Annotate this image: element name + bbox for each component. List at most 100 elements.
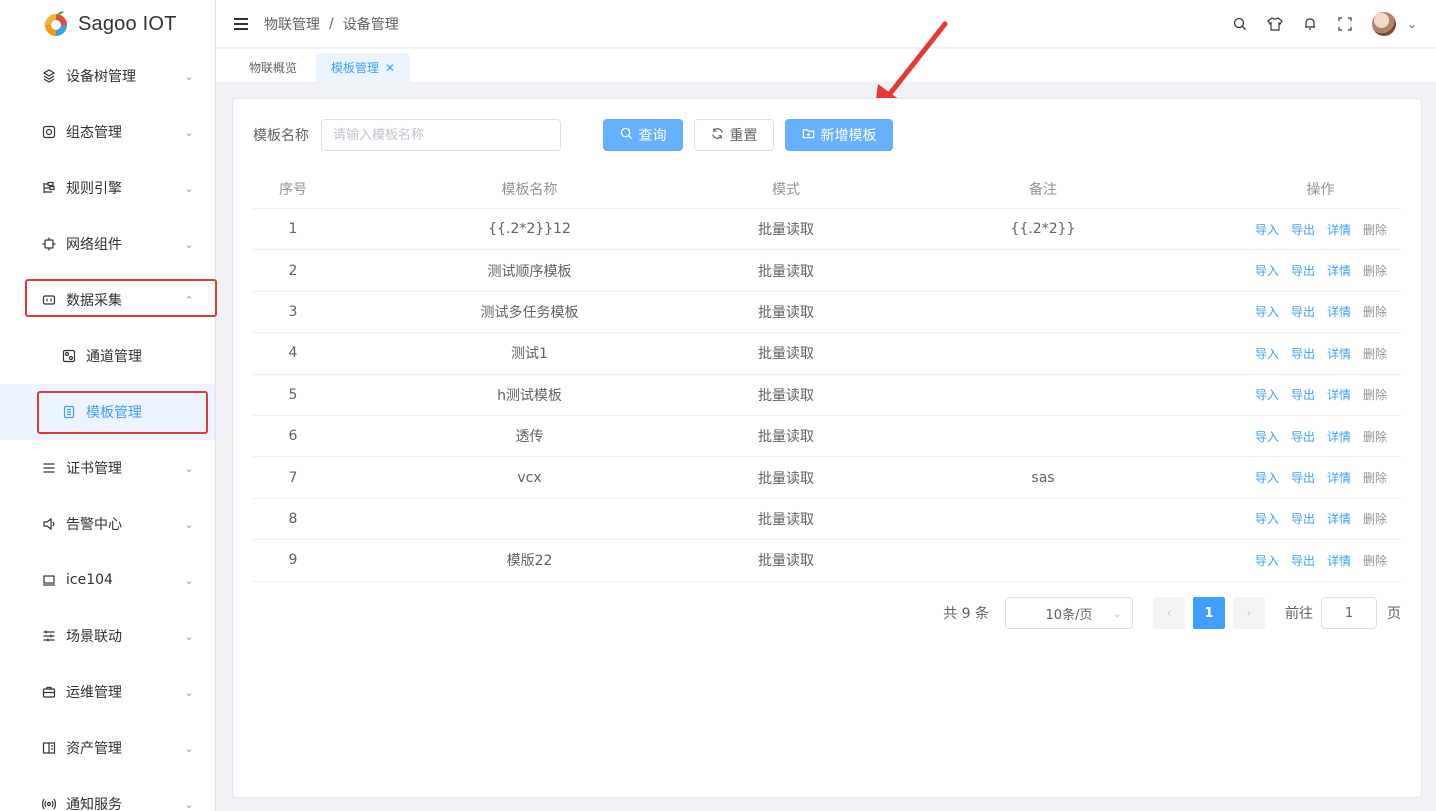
export-link[interactable]: 导出 [1291, 262, 1315, 279]
sidebar-item-data-collect[interactable]: 数据采集 ⌃ [0, 272, 215, 328]
detail-link[interactable]: 详情 [1327, 552, 1351, 569]
breadcrumb-item[interactable]: 物联管理 [264, 14, 320, 34]
export-link[interactable]: 导出 [1291, 552, 1315, 569]
export-link[interactable]: 导出 [1291, 345, 1315, 362]
sidebar-item-ops[interactable]: 运维管理 ⌄ [0, 664, 215, 720]
sidebar-item-label: 证书管理 [66, 461, 122, 477]
add-template-button[interactable]: 新增模板 [785, 119, 893, 151]
cell-mode: 批量读取 [758, 553, 814, 570]
sidebar-item-template[interactable]: 模板管理 [0, 384, 215, 440]
table-body: 1 {{.2*2}}12 批量读取 {{.2*2}} 导入 导出 详情 删除 2 测试顺序模板 批量… [253, 209, 1401, 582]
theme-shirt-icon[interactable] [1267, 16, 1283, 32]
sidebar-item-alarm[interactable]: 告警中心 ⌄ [0, 496, 215, 552]
refresh-icon [711, 127, 724, 144]
delete-link[interactable]: 删除 [1363, 469, 1387, 486]
sidebar-item-channel[interactable]: 通道管理 [0, 328, 215, 384]
export-link[interactable]: 导出 [1291, 386, 1315, 403]
row-actions: 导入 导出 详情 删除 [1240, 303, 1401, 320]
detail-link[interactable]: 详情 [1327, 303, 1351, 320]
delete-link[interactable]: 删除 [1363, 303, 1387, 320]
query-button[interactable]: 查询 [603, 119, 683, 151]
goto-page-input[interactable] [1321, 597, 1377, 629]
cell-no: 2 [288, 262, 298, 279]
tab-template[interactable]: 模板管理 ✕ [316, 53, 411, 83]
sidebar-item-label: 通道管理 [86, 349, 142, 365]
import-link[interactable]: 导入 [1255, 221, 1279, 238]
sidebar-item-label: 设备树管理 [66, 69, 136, 85]
sidebar-item-notify[interactable]: 通知服务 ⌄ [0, 776, 215, 811]
template-icon [61, 404, 77, 420]
import-link[interactable]: 导入 [1255, 469, 1279, 486]
menu-toggle-icon[interactable] [234, 17, 248, 30]
rule-icon [41, 180, 57, 196]
detail-link[interactable]: 详情 [1327, 221, 1351, 238]
sidebar-item-label: 告警中心 [66, 517, 122, 533]
sidebar-item-device-tree[interactable]: 设备树管理 ⌄ [0, 48, 215, 104]
sidebar-item-ice104[interactable]: ice104 ⌄ [0, 552, 215, 608]
cell-mode: 批量读取 [758, 511, 814, 528]
tab-label: 模板管理 [331, 61, 380, 75]
delete-link[interactable]: 删除 [1363, 345, 1387, 362]
detail-link[interactable]: 详情 [1327, 469, 1351, 486]
chevron-down-icon: ⌄ [184, 125, 194, 139]
template-name-input[interactable] [321, 119, 561, 151]
tree-icon [41, 68, 57, 84]
row-actions: 导入 导出 详情 删除 [1240, 262, 1401, 279]
sidebar-item-cert[interactable]: 证书管理 ⌄ [0, 440, 215, 496]
import-link[interactable]: 导入 [1255, 386, 1279, 403]
import-link[interactable]: 导入 [1255, 345, 1279, 362]
delete-link[interactable]: 删除 [1363, 221, 1387, 238]
export-link[interactable]: 导出 [1291, 221, 1315, 238]
next-page-button[interactable]: › [1233, 597, 1265, 629]
table-row: 6 透传 批量读取 导入 导出 详情 删除 [253, 416, 1401, 458]
fullscreen-icon[interactable] [1337, 16, 1353, 32]
delete-link[interactable]: 删除 [1363, 262, 1387, 279]
sidebar-item-asset[interactable]: 资产管理 ⌄ [0, 720, 215, 776]
export-link[interactable]: 导出 [1291, 469, 1315, 486]
detail-link[interactable]: 详情 [1327, 262, 1351, 279]
col-header-name: 模板名称 [501, 181, 558, 198]
import-link[interactable]: 导入 [1255, 510, 1279, 527]
close-icon[interactable]: ✕ [385, 61, 395, 75]
app-name: Sagoo IOT [78, 12, 177, 35]
reset-button[interactable]: 重置 [694, 119, 774, 151]
import-link[interactable]: 导入 [1255, 303, 1279, 320]
breadcrumb-item: 设备管理 [342, 16, 399, 33]
search-icon[interactable] [1232, 16, 1248, 32]
col-header-remark: 备注 [1029, 181, 1057, 198]
export-link[interactable]: 导出 [1291, 510, 1315, 527]
table-row: 2 测试顺序模板 批量读取 导入 导出 详情 删除 [253, 250, 1401, 292]
avatar[interactable] [1372, 12, 1396, 36]
chevron-left-icon: ‹ [1166, 606, 1172, 620]
sidebar-item-config[interactable]: 组态管理 ⌄ [0, 104, 215, 160]
export-link[interactable]: 导出 [1291, 303, 1315, 320]
import-link[interactable]: 导入 [1255, 428, 1279, 445]
delete-link[interactable]: 删除 [1363, 552, 1387, 569]
detail-link[interactable]: 详情 [1327, 345, 1351, 362]
page-size-select[interactable]: 10条/页 ⌄ [1005, 597, 1133, 629]
export-link[interactable]: 导出 [1291, 428, 1315, 445]
page-number-current[interactable]: 1 [1193, 597, 1225, 629]
sidebar-item-rule-engine[interactable]: 规则引擎 ⌄ [0, 160, 215, 216]
user-menu[interactable]: ⌄ [1372, 12, 1420, 36]
bell-icon[interactable] [1302, 16, 1318, 32]
detail-link[interactable]: 详情 [1327, 428, 1351, 445]
sidebar-item-scene[interactable]: 场景联动 ⌄ [0, 608, 215, 664]
detail-link[interactable]: 详情 [1327, 510, 1351, 527]
delete-link[interactable]: 删除 [1363, 428, 1387, 445]
prev-page-button[interactable]: ‹ [1153, 597, 1185, 629]
ops-icon [41, 684, 57, 700]
search-form: 模板名称 [253, 119, 561, 151]
cell-no: 7 [288, 469, 298, 486]
tab-overview[interactable]: 物联概览 [234, 53, 312, 83]
sidebar-item-label: 资产管理 [66, 741, 122, 757]
delete-link[interactable]: 删除 [1363, 386, 1387, 403]
delete-link[interactable]: 删除 [1363, 510, 1387, 527]
cell-remark: {{.2*2}} [1010, 221, 1076, 238]
detail-link[interactable]: 详情 [1327, 386, 1351, 403]
import-link[interactable]: 导入 [1255, 262, 1279, 279]
logo[interactable]: Sagoo IOT [0, 0, 215, 48]
import-link[interactable]: 导入 [1255, 552, 1279, 569]
query-label: 查询 [638, 128, 667, 144]
sidebar-item-network[interactable]: 网络组件 ⌄ [0, 216, 215, 272]
